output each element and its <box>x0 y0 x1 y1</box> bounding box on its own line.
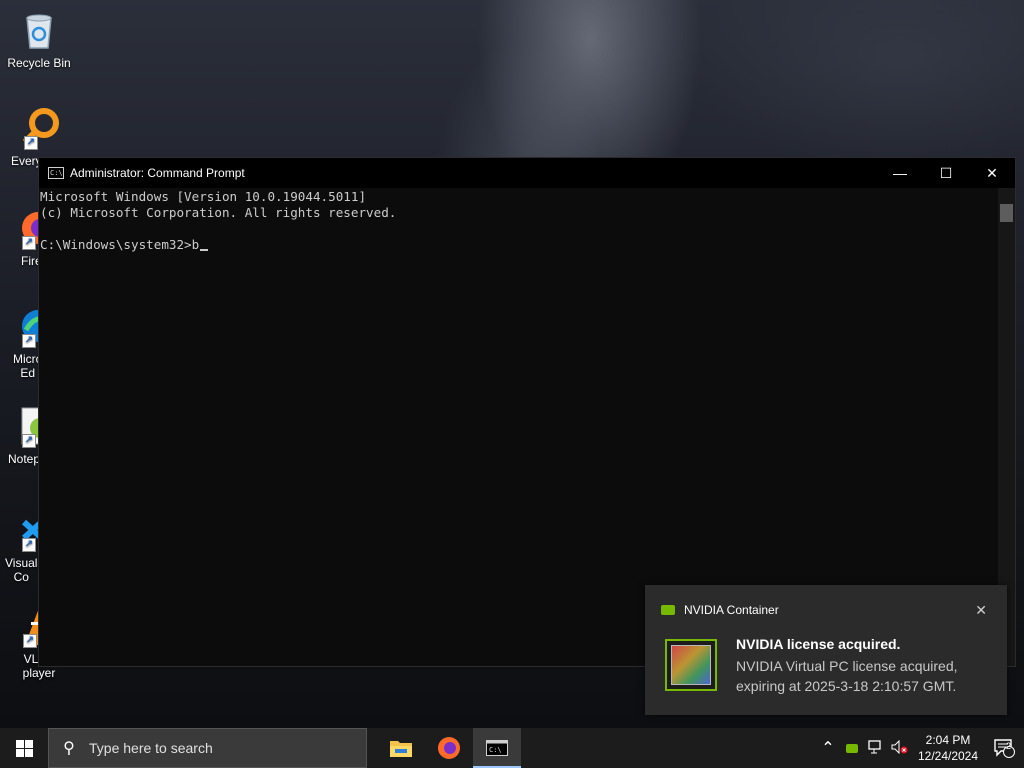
gpu-chip-icon <box>665 639 717 691</box>
firefox-icon <box>438 737 460 759</box>
search-placeholder: Type here to search <box>89 740 213 756</box>
show-hidden-icons-chevron[interactable]: ⌃ <box>816 738 840 758</box>
recycle-bin-icon <box>17 8 61 52</box>
shortcut-arrow-icon: ↗ <box>24 136 38 150</box>
notification-count-badge: 2 <box>1006 741 1012 751</box>
minimize-button[interactable]: — <box>877 158 923 188</box>
desktop-icon-label: Recycle Bin <box>7 56 71 70</box>
console-line: (c) Microsoft Corporation. All rights re… <box>40 205 397 220</box>
shortcut-arrow-icon: ↗ <box>23 634 37 648</box>
cmd-titlebar[interactable]: C:\ Administrator: Command Prompt — ☐ ✕ <box>39 158 1015 188</box>
volume-muted-icon[interactable] <box>888 739 912 757</box>
maximize-button[interactable]: ☐ <box>923 158 969 188</box>
scrollbar-thumb[interactable] <box>1000 204 1013 222</box>
nvidia-tray-icon[interactable] <box>840 741 864 756</box>
toast-close-button[interactable]: ✕ <box>975 602 987 619</box>
toast-app-name: NVIDIA Container <box>684 603 779 617</box>
taskbar-search-box[interactable]: ⚲ Type here to search <box>48 728 367 768</box>
nvidia-icon <box>661 605 675 615</box>
console-prompt-line: C:\Windows\system32>b <box>40 237 998 253</box>
clock-time: 2:04 PM <box>925 733 971 747</box>
shortcut-arrow-icon: ↗ <box>22 236 36 250</box>
console-prompt: C:\Windows\system32>b <box>40 237 200 252</box>
text-cursor <box>200 249 209 251</box>
cmd-app-icon: C:\ <box>48 167 64 179</box>
desktop-icon-label: Visual Co <box>5 556 38 584</box>
svg-text:C:\: C:\ <box>489 746 502 754</box>
clock-date: 12/24/2024 <box>917 749 979 763</box>
toast-body: NVIDIA Virtual PC license acquired, expi… <box>736 658 958 694</box>
close-button[interactable]: ✕ <box>969 158 1015 188</box>
desktop-icon-recycle-bin[interactable]: Recycle Bin <box>4 8 74 70</box>
file-explorer-icon <box>390 741 412 757</box>
taskbar-firefox[interactable] <box>425 728 473 768</box>
network-icon[interactable] <box>864 739 888 757</box>
notification-icon <box>994 739 1015 758</box>
console-line: Microsoft Windows [Version 10.0.19044.50… <box>40 189 367 204</box>
taskbar-file-explorer[interactable] <box>377 728 425 768</box>
action-center-button[interactable]: 2 <box>984 738 1024 758</box>
system-tray: ⌃ 2:04 PM 12/24/2024 2 <box>816 728 1024 768</box>
taskbar-cmd[interactable]: C:\ <box>473 728 521 768</box>
windows-logo-icon <box>15 739 33 757</box>
cmd-icon: C:\ <box>486 740 508 756</box>
desktop-icon-label: Notep <box>8 452 41 466</box>
everything-search-icon: ↗ <box>18 106 62 150</box>
toast-title: NVIDIA license acquired. <box>736 636 901 652</box>
notification-toast[interactable]: NVIDIA Container ✕ NVIDIA license acquir… <box>645 585 1007 715</box>
shortcut-arrow-icon: ↗ <box>22 538 36 552</box>
taskbar: ⚲ Type here to search C:\ ⌃ 2:04 PM 12/2… <box>0 728 1024 768</box>
start-button[interactable] <box>0 728 48 768</box>
shortcut-arrow-icon: ↗ <box>22 434 36 448</box>
cmd-window-title: Administrator: Command Prompt <box>70 166 245 180</box>
shortcut-arrow-icon: ↗ <box>22 334 36 348</box>
toast-header: NVIDIA Container <box>661 603 779 617</box>
search-icon: ⚲ <box>63 740 75 757</box>
taskbar-clock[interactable]: 2:04 PM 12/24/2024 <box>912 732 984 764</box>
